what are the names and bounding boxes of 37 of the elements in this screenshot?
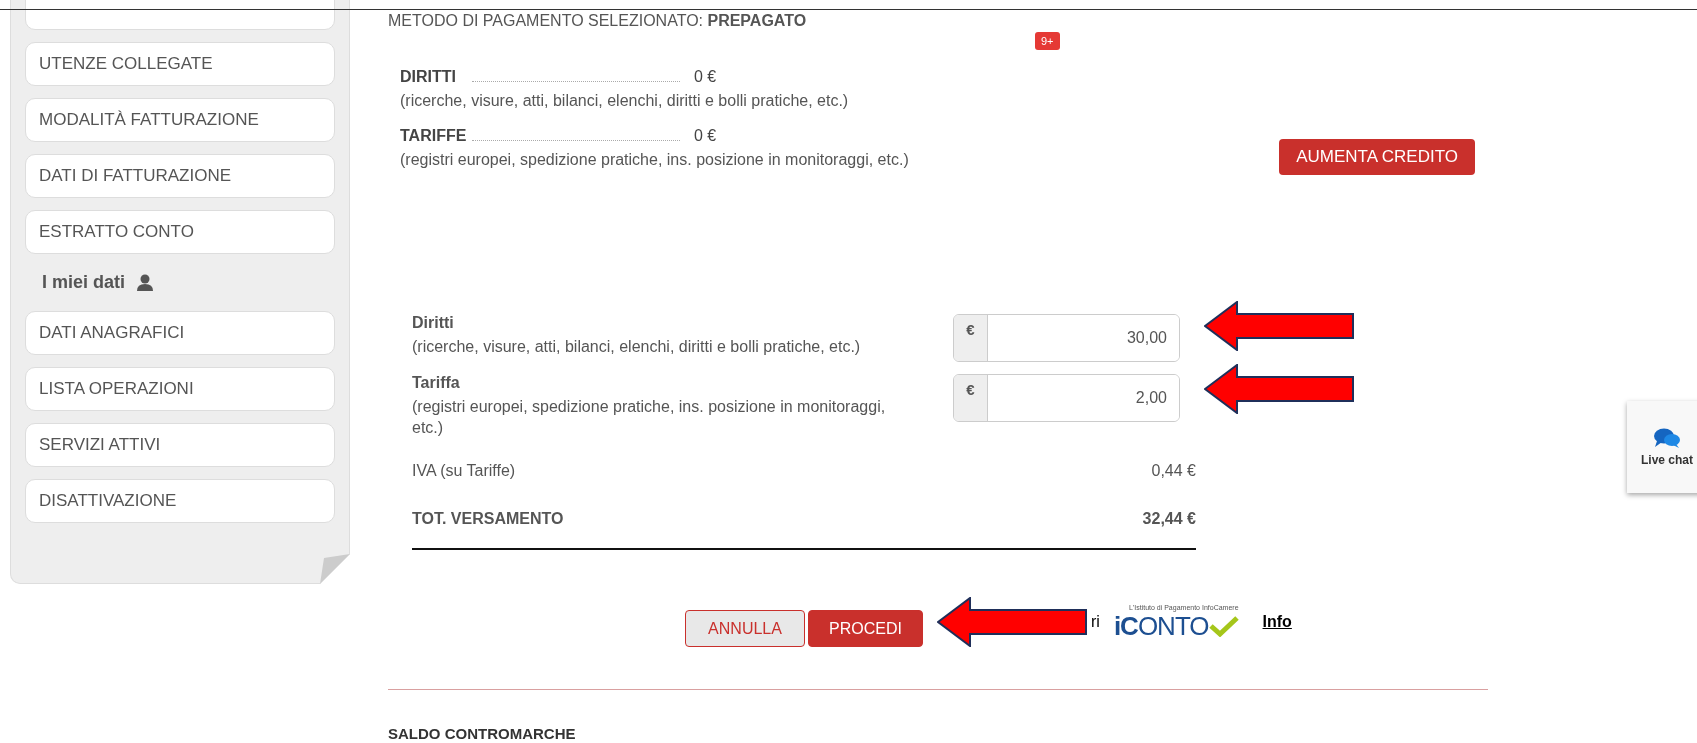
chat-bubbles-icon	[1653, 427, 1681, 449]
user-icon	[137, 274, 154, 291]
amount-input-field[interactable]: € 30,00	[953, 314, 1180, 362]
total-value: 32,44 €	[1142, 510, 1196, 528]
vat-label: IVA (su Tariffe)	[412, 462, 516, 480]
info-link[interactable]: Info	[1262, 612, 1292, 631]
credit-amount: 0 €	[694, 68, 717, 86]
sidebar-menu-item[interactable]: DATI DI FATTURAZIONE	[25, 154, 335, 198]
notification-badge: 9+	[1035, 32, 1060, 50]
credit-description: (ricerche, visure, atti, bilanci, elenchi, diritti e bolli pratiche, etc.)	[400, 92, 850, 110]
sidebar-menu-item[interactable]: UTENZE COLLEGATE	[25, 42, 335, 86]
sidebar-menu-item[interactable]: SERVIZI ATTIVI	[25, 423, 335, 467]
sidebar-menu-item[interactable]: ESTRATTO CONTO	[25, 210, 335, 254]
credit-description: (registri europei, spedizione pratiche, ins. posizione in monitoraggi, etc.)	[400, 151, 909, 169]
total-label: TOT. VERSAMENTO	[412, 510, 564, 528]
partial-text: ri	[1091, 612, 1100, 631]
section-heading: SALDO CONTROMARCHE	[388, 725, 577, 742]
amount-label: Tariffa	[412, 374, 461, 392]
amount-description: (ricerche, visure, atti, bilanci, elenchi, diritti e bolli pratiche, etc.)	[412, 337, 862, 357]
payment-method-text: METODO DI PAGAMENTO SELEZIONATO: PREPAGATO	[388, 12, 808, 30]
section-title: I miei dati	[42, 272, 126, 293]
proceed-button[interactable]: PROCEDI	[808, 610, 923, 647]
vat-value: 0,44 €	[1151, 462, 1196, 480]
sidebar-menu-item[interactable]: DATI ANAGRAFICI	[25, 311, 335, 355]
live-chat-button[interactable]: Live chat	[1627, 401, 1697, 493]
increase-credit-button[interactable]: AUMENTA CREDITO	[1279, 139, 1475, 175]
sidebar-menu-item[interactable]: LISTA OPERAZIONI	[25, 367, 335, 411]
amount-label: Diritti	[412, 314, 455, 332]
amount-description: (registri europei, spedizione pratiche, ins. posizione in monitoraggi, etc.)	[412, 397, 887, 438]
credit-name: DIRITTI	[400, 68, 457, 86]
sidebar-menu-item[interactable]: DISATTIVAZIONE	[25, 479, 335, 523]
credit-name: TARIFFE	[400, 127, 468, 145]
sidebar-menu-item[interactable]: MODALITÀ FATTURAZIONE	[25, 98, 335, 142]
credit-amount: 0 €	[694, 127, 717, 145]
cancel-button[interactable]: ANNULLA	[685, 610, 805, 647]
amount-input-field[interactable]: € 2,00	[953, 374, 1180, 422]
page-curl-icon	[320, 554, 350, 584]
